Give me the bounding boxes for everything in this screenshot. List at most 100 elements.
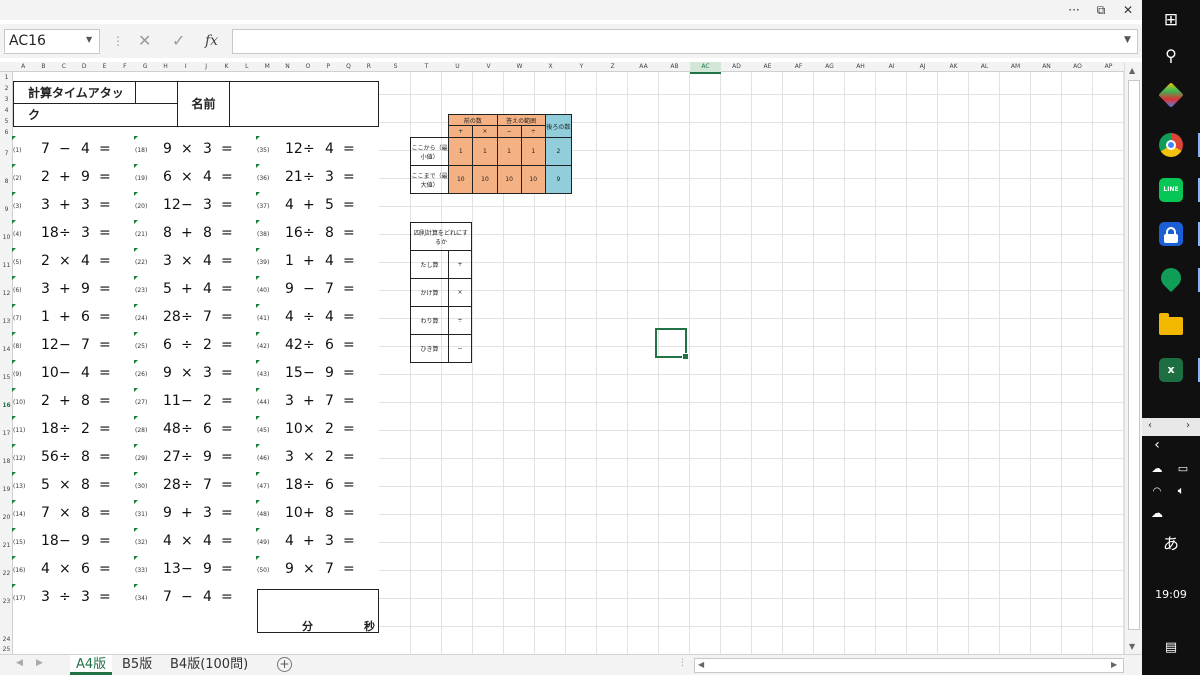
- problem-item[interactable]: (40) 9−7 =: [256, 276, 379, 305]
- problem-item[interactable]: (34) 7−4 =: [134, 584, 257, 613]
- problem-item[interactable]: (20) 12−3 =: [134, 192, 257, 221]
- row-header-20[interactable]: 20: [0, 514, 13, 521]
- row-header-14[interactable]: 14: [0, 346, 13, 353]
- op-header-minus[interactable]: −: [496, 125, 522, 138]
- op-row-symbol[interactable]: ×: [448, 278, 472, 307]
- column-header-ai[interactable]: AI: [876, 62, 907, 72]
- problem-item[interactable]: (16) 4 × 6 =: [12, 556, 135, 585]
- problem-item[interactable]: (45) 10 × 2 =: [256, 416, 379, 445]
- name-box-dropdown-icon[interactable]: ▼: [86, 35, 92, 44]
- column-header-al[interactable]: AL: [969, 62, 1000, 72]
- problem-item[interactable]: (27) 11−2 =: [134, 388, 257, 417]
- row-header-3[interactable]: 3: [0, 96, 13, 103]
- scroll-left-icon[interactable]: ◀: [698, 660, 704, 669]
- excel-icon[interactable]: x: [1159, 358, 1183, 382]
- active-cell-selection[interactable]: [655, 328, 689, 360]
- row-header-9[interactable]: 9: [0, 206, 13, 213]
- notification-center-icon[interactable]: ▤: [1142, 640, 1200, 655]
- row-header-15[interactable]: 15: [0, 374, 13, 381]
- problem-item[interactable]: (5) 2 × 4 =: [12, 248, 135, 277]
- row-header-25[interactable]: 25: [0, 646, 13, 653]
- column-header-h[interactable]: H: [155, 62, 175, 72]
- column-header-k[interactable]: K: [216, 62, 236, 72]
- time-box[interactable]: 分 秒: [257, 589, 379, 633]
- min-value-cell[interactable]: 1: [496, 137, 522, 166]
- problem-item[interactable]: (38) 16 ÷ 8 =: [256, 220, 379, 249]
- row-header-19[interactable]: 19: [0, 486, 13, 493]
- problem-item[interactable]: (30) 28 ÷ 7 =: [134, 472, 257, 501]
- min-value-cell[interactable]: 2: [544, 137, 573, 166]
- row-header-12[interactable]: 12: [0, 290, 13, 297]
- problem-item[interactable]: (6) 3 +9 =: [12, 276, 135, 305]
- problem-item[interactable]: (14) 7 × 8 =: [12, 500, 135, 529]
- problem-item[interactable]: (31) 9 +3 =: [134, 500, 257, 529]
- op-header-plus[interactable]: +: [448, 125, 474, 138]
- vertical-scrollbar[interactable]: ▲ ▼: [1124, 62, 1142, 654]
- op-row-symbol[interactable]: ÷: [448, 306, 472, 335]
- row-header-7[interactable]: 7: [0, 150, 13, 157]
- row-header-2[interactable]: 2: [0, 85, 13, 92]
- column-header-p[interactable]: P: [318, 62, 338, 72]
- problem-item[interactable]: (21) 8 +8 =: [134, 220, 257, 249]
- column-header-u[interactable]: U: [442, 62, 473, 72]
- problem-item[interactable]: (37) 4 +5 =: [256, 192, 379, 221]
- row-header-21[interactable]: 21: [0, 542, 13, 549]
- column-header-ag[interactable]: AG: [814, 62, 845, 72]
- problem-item[interactable]: (50) 9 × 7 =: [256, 556, 379, 585]
- column-header-s[interactable]: S: [380, 62, 411, 72]
- problem-item[interactable]: (8) 12−7 =: [12, 332, 135, 361]
- problem-item[interactable]: (43) 15−9 =: [256, 360, 379, 389]
- problem-item[interactable]: (2) 2 +9 =: [12, 164, 135, 193]
- close-window-icon[interactable]: ✕: [1116, 0, 1140, 20]
- row-header-10[interactable]: 10: [0, 234, 13, 241]
- line-app-icon[interactable]: LINE: [1159, 178, 1183, 202]
- row-header-22[interactable]: 22: [0, 570, 13, 577]
- column-header-am[interactable]: AM: [1000, 62, 1031, 72]
- vertical-scroll-thumb[interactable]: [1128, 80, 1140, 630]
- row-header-13[interactable]: 13: [0, 318, 13, 325]
- problem-item[interactable]: (7) 1 +6 =: [12, 304, 135, 333]
- row-header-23[interactable]: 23: [0, 598, 13, 605]
- op-header-times[interactable]: ×: [472, 125, 498, 138]
- sheet-tab-b4[interactable]: B4版(100問): [164, 655, 254, 675]
- answer-range-header[interactable]: 答えの範囲: [496, 114, 546, 126]
- chevron-right-icon[interactable]: ›: [1186, 420, 1190, 431]
- row-header-5[interactable]: 5: [0, 118, 13, 125]
- confirm-entry-icon[interactable]: ✓: [172, 30, 185, 52]
- chevron-left-icon[interactable]: ‹: [1148, 420, 1152, 431]
- search-icon[interactable]: ⚲: [1142, 46, 1200, 65]
- problem-item[interactable]: (9) 10−4 =: [12, 360, 135, 389]
- column-header-ab[interactable]: AB: [659, 62, 690, 72]
- op-header-divide[interactable]: ÷: [520, 125, 546, 138]
- min-value-cell[interactable]: 1: [472, 137, 498, 166]
- next-sheet-icon[interactable]: ▶: [36, 658, 43, 668]
- max-value-cell[interactable]: 10: [472, 165, 498, 194]
- min-row-label[interactable]: ここから（最小値）: [409, 137, 450, 166]
- column-header-ac[interactable]: AC: [690, 62, 721, 74]
- problem-item[interactable]: (48) 10 +8 =: [256, 500, 379, 529]
- problem-item[interactable]: (32) 4 × 4 =: [134, 528, 257, 557]
- problem-item[interactable]: (49) 4 +3 =: [256, 528, 379, 557]
- column-header-z[interactable]: Z: [597, 62, 628, 72]
- column-header-ap[interactable]: AP: [1093, 62, 1124, 72]
- problem-item[interactable]: (44) 3 +7 =: [256, 388, 379, 417]
- scroll-up-icon[interactable]: ▲: [1129, 66, 1135, 75]
- min-value-cell[interactable]: 1: [448, 137, 474, 166]
- column-header-aa[interactable]: AA: [628, 62, 659, 72]
- column-header-aj[interactable]: AJ: [907, 62, 938, 72]
- column-header-a[interactable]: A: [13, 62, 33, 72]
- sheet-tab-b5[interactable]: B5版: [116, 655, 158, 675]
- operation-table-header[interactable]: 四則計算をどれにするか: [410, 222, 472, 251]
- show-hidden-icons-chevron[interactable]: ‹: [1128, 437, 1186, 453]
- insert-function-icon[interactable]: fx: [205, 30, 218, 52]
- column-header-af[interactable]: AF: [783, 62, 814, 72]
- row-header-24[interactable]: 24: [0, 636, 13, 643]
- max-value-cell[interactable]: 9: [544, 165, 573, 194]
- problem-item[interactable]: (29) 27 ÷ 9 =: [134, 444, 257, 473]
- op-row-label[interactable]: かけ算: [410, 278, 449, 307]
- app-tiles-icon[interactable]: [1158, 82, 1184, 108]
- cancel-entry-icon[interactable]: ✕: [138, 30, 151, 52]
- front-number-header[interactable]: 前の数: [448, 114, 498, 126]
- problem-item[interactable]: (22) 3 × 4 =: [134, 248, 257, 277]
- problem-item[interactable]: (12) 56 ÷ 8 =: [12, 444, 135, 473]
